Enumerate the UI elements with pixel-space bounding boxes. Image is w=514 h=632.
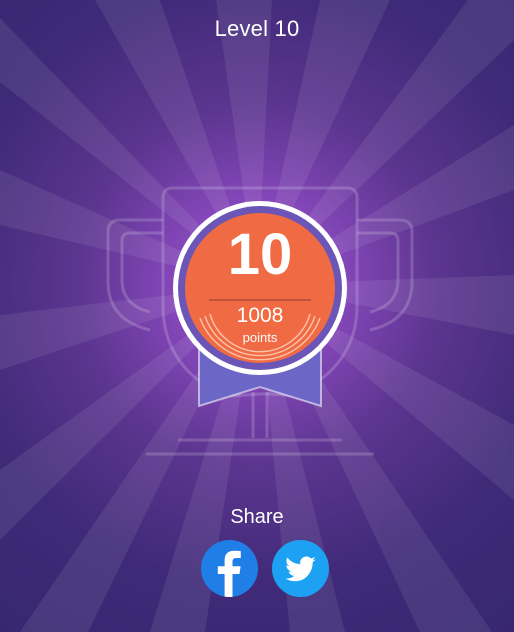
facebook-share-button[interactable] [201,540,258,597]
twitter-share-button[interactable] [272,540,329,597]
facebook-icon [217,550,241,597]
points-value: 1008 [236,304,284,327]
level-badge: 10 1008 points [172,200,348,410]
share-label: Share [230,506,284,528]
twitter-icon [285,556,316,582]
points-label: points [242,330,278,345]
level-number: 10 [227,222,293,287]
level-up-screen: Level 10 10 1008 points Share [0,0,514,632]
share-buttons [201,540,329,597]
